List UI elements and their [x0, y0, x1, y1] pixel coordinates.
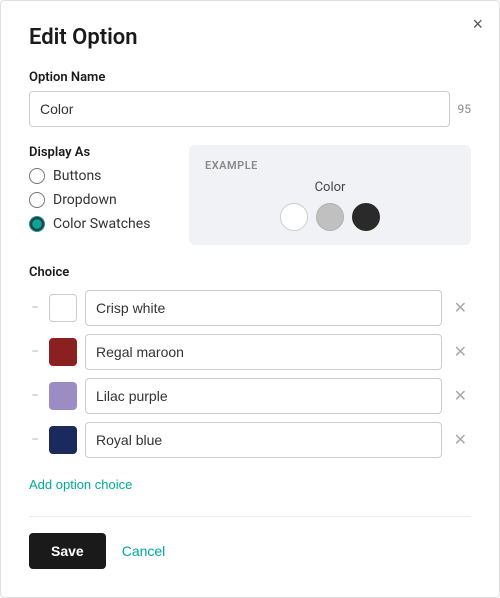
choice-row-2: − ✕ — [29, 378, 471, 414]
color-swatch-btn-0[interactable] — [49, 294, 77, 322]
remove-btn-0[interactable]: ✕ — [450, 296, 471, 320]
choice-row-3: − ✕ — [29, 422, 471, 458]
drag-handle-0[interactable]: − — [29, 298, 41, 318]
remove-btn-3[interactable]: ✕ — [450, 428, 471, 452]
choice-label: Choice — [29, 265, 471, 280]
radio-color-swatches-label: Color Swatches — [53, 216, 150, 232]
choice-input-3[interactable] — [85, 422, 442, 458]
dialog-title: Edit Option — [29, 25, 471, 50]
choice-input-0[interactable] — [85, 290, 442, 326]
radio-color-swatches-input[interactable] — [29, 216, 45, 232]
radio-dropdown-input[interactable] — [29, 192, 45, 208]
example-swatch-1 — [316, 203, 344, 231]
radio-color-swatches[interactable]: Color Swatches — [29, 216, 169, 232]
radio-dropdown[interactable]: Dropdown — [29, 192, 169, 208]
footer: Save Cancel — [29, 516, 471, 569]
display-as-label: Display As — [29, 145, 169, 160]
choice-row-1: − ✕ — [29, 334, 471, 370]
radio-buttons-input[interactable] — [29, 168, 45, 184]
drag-handle-1[interactable]: − — [29, 342, 41, 362]
edit-option-dialog: × Edit Option Option Name 95 Display As … — [0, 0, 500, 598]
example-title: Color — [315, 180, 346, 195]
example-swatch-0 — [280, 203, 308, 231]
add-choice-button[interactable]: Add option choice — [29, 477, 132, 492]
option-name-input[interactable] — [29, 91, 450, 127]
color-swatch-btn-1[interactable] — [49, 338, 77, 366]
example-preview: Color — [205, 180, 455, 231]
display-section: Display As Buttons Dropdown Color Swatch… — [29, 145, 471, 245]
choice-input-1[interactable] — [85, 334, 442, 370]
choice-section: Choice − ✕ − ✕ − ✕ − ✕ — [29, 265, 471, 458]
example-section-label: EXAMPLE — [205, 159, 258, 172]
remove-btn-2[interactable]: ✕ — [450, 384, 471, 408]
drag-handle-3[interactable]: − — [29, 430, 41, 450]
radio-buttons[interactable]: Buttons — [29, 168, 169, 184]
color-swatch-btn-2[interactable] — [49, 382, 77, 410]
choice-input-2[interactable] — [85, 378, 442, 414]
example-swatch-row — [280, 203, 380, 231]
option-name-label: Option Name — [29, 70, 471, 85]
cancel-button[interactable]: Cancel — [122, 543, 166, 559]
color-swatch-btn-3[interactable] — [49, 426, 77, 454]
option-name-row: 95 — [29, 91, 471, 127]
example-box: EXAMPLE Color — [189, 145, 471, 245]
display-options: Display As Buttons Dropdown Color Swatch… — [29, 145, 169, 245]
close-button[interactable]: × — [472, 15, 483, 33]
remove-btn-1[interactable]: ✕ — [450, 340, 471, 364]
drag-handle-2[interactable]: − — [29, 386, 41, 406]
radio-dropdown-label: Dropdown — [53, 192, 117, 208]
save-button[interactable]: Save — [29, 533, 106, 569]
choice-row-0: − ✕ — [29, 290, 471, 326]
radio-buttons-label: Buttons — [53, 168, 101, 184]
example-swatch-2 — [352, 203, 380, 231]
char-count: 95 — [458, 102, 472, 116]
